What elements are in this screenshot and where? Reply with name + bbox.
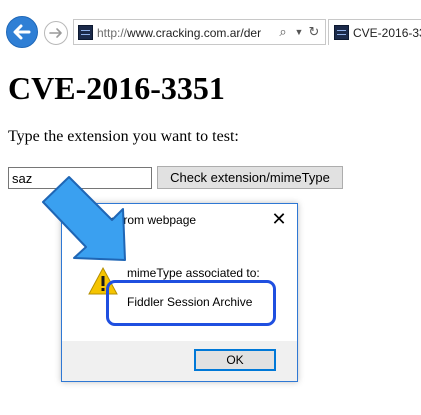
dialog-message-line1: mimeType associated to: (127, 266, 260, 280)
forward-arrow-icon (49, 28, 62, 38)
tab-title: CVE-2016-335 (353, 26, 421, 40)
dropdown-icon[interactable]: ▼ (291, 24, 307, 40)
refresh-icon[interactable]: ↻ (306, 24, 322, 40)
ok-button[interactable]: OK (194, 349, 276, 371)
site-favicon-icon (78, 25, 93, 40)
tab-favicon-icon (334, 25, 349, 40)
back-arrow-icon (13, 24, 31, 40)
browser-toolbar: http://www.cracking.com.ar/der ⌕ ▼ ↻ CVE… (0, 0, 421, 62)
url-host-path: www.cracking.com.ar/der (127, 26, 262, 40)
forward-button[interactable] (44, 21, 68, 45)
url-scheme: http:// (97, 26, 128, 40)
browser-tab[interactable]: CVE-2016-335 (328, 19, 421, 45)
check-extension-button[interactable]: Check extension/mimeType (157, 166, 343, 189)
address-bar[interactable]: http://www.cracking.com.ar/der ⌕ ▼ ↻ (73, 19, 326, 45)
search-icon[interactable]: ⌕ (275, 24, 291, 40)
url-text[interactable]: http://www.cracking.com.ar/der (97, 25, 274, 41)
highlight-box (106, 280, 276, 326)
prompt-text: Type the extension you want to test: (8, 128, 239, 145)
extension-input[interactable] (8, 167, 152, 189)
back-button[interactable] (6, 16, 38, 48)
dialog-title: Message from webpage (68, 213, 197, 227)
close-icon[interactable]: ✕ (268, 209, 290, 229)
page-title: CVE-2016-3351 (8, 70, 225, 106)
dialog-footer: OK (62, 341, 297, 381)
dialog-titlebar[interactable]: Message from webpage ✕ (62, 204, 297, 234)
